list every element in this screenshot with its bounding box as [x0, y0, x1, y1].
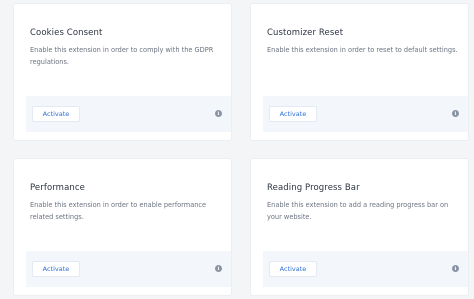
extension-title: Cookies Consent [30, 28, 103, 38]
activate-button[interactable]: Activate [269, 106, 317, 122]
extensions-grid: Cookies Consent Enable this extension in… [0, 0, 474, 299]
extension-title: Performance [30, 183, 85, 193]
activate-button[interactable]: Activate [32, 106, 80, 122]
extension-card-footer: Activate i [263, 251, 468, 287]
extension-title: Customizer Reset [267, 28, 344, 38]
activate-button[interactable]: Activate [32, 261, 80, 277]
info-icon[interactable]: i [452, 265, 459, 272]
activate-button[interactable]: Activate [269, 261, 317, 277]
info-icon[interactable]: i [215, 265, 222, 272]
info-icon[interactable]: i [215, 110, 222, 117]
extension-card-cookies-consent: Cookies Consent Enable this extension in… [13, 3, 232, 141]
extension-description: Enable this extension to add a reading p… [267, 201, 449, 221]
extension-card-reading-progress-bar: Reading Progress Bar Enable this extensi… [250, 158, 469, 296]
extension-card-footer: Activate i [263, 96, 468, 132]
extension-card-performance: Performance Enable this extension in ord… [13, 158, 232, 296]
extension-card-footer: Activate i [26, 96, 231, 132]
extension-title: Reading Progress Bar [267, 183, 360, 193]
extension-description: Enable this extension in order to reset … [267, 46, 458, 54]
extension-card-customizer-reset: Customizer Reset Enable this extension i… [250, 3, 469, 141]
info-icon[interactable]: i [452, 110, 459, 117]
extension-card-footer: Activate i [26, 251, 231, 287]
extension-description: Enable this extension in order to comply… [30, 46, 214, 66]
extension-description: Enable this extension in order to enable… [30, 201, 207, 221]
